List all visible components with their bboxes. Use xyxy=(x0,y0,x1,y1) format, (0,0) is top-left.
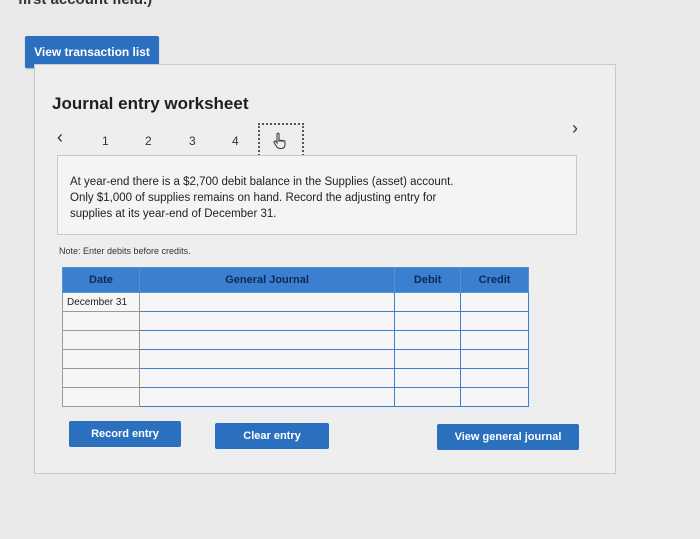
credit-input[interactable] xyxy=(460,292,529,312)
debit-input[interactable] xyxy=(394,349,462,369)
record-entry-button[interactable]: Record entry xyxy=(69,421,181,447)
page-tab-2[interactable]: 2 xyxy=(145,134,152,148)
current-page-tab[interactable] xyxy=(258,123,304,159)
debit-input[interactable] xyxy=(394,311,462,331)
account-input[interactable] xyxy=(138,330,396,350)
date-cell xyxy=(62,311,140,331)
account-input[interactable] xyxy=(138,368,396,388)
table-row: December 31 xyxy=(62,292,529,312)
page-tab-1[interactable]: 1 xyxy=(102,134,109,148)
view-general-journal-button[interactable]: View general journal xyxy=(437,424,579,450)
date-cell xyxy=(62,368,140,388)
account-input[interactable] xyxy=(138,292,396,312)
date-cell xyxy=(62,349,140,369)
credit-input[interactable] xyxy=(460,368,529,388)
description-line-1: At year-end there is a $2,700 debit bala… xyxy=(70,176,454,188)
truncated-instruction-text: first account field.) xyxy=(18,0,152,8)
credit-input[interactable] xyxy=(460,311,529,331)
debit-input[interactable] xyxy=(394,330,462,350)
credit-input[interactable] xyxy=(460,349,529,369)
account-input[interactable] xyxy=(138,311,396,331)
credit-input[interactable] xyxy=(460,330,529,350)
debit-input[interactable] xyxy=(394,387,462,407)
debit-input[interactable] xyxy=(394,368,462,388)
page-tab-4[interactable]: 4 xyxy=(232,134,239,148)
debit-column-header: Debit xyxy=(394,267,462,293)
account-input[interactable] xyxy=(138,387,396,407)
chevron-right-icon[interactable]: › xyxy=(572,118,578,139)
general-journal-table: Date General Journal Debit Credit Decemb… xyxy=(62,267,529,407)
table-row xyxy=(62,349,529,369)
date-cell xyxy=(62,387,140,407)
problem-description: At year-end there is a $2,700 debit bala… xyxy=(57,155,577,235)
account-input[interactable] xyxy=(138,349,396,369)
debit-input[interactable] xyxy=(394,292,462,312)
date-column-header: Date xyxy=(62,267,140,293)
description-line-2: Only $1,000 of supplies remains on hand.… xyxy=(70,192,437,204)
credit-column-header: Credit xyxy=(460,267,529,293)
description-line-3: supplies at its year-end of December 31. xyxy=(70,208,277,220)
credit-input[interactable] xyxy=(460,387,529,407)
table-row xyxy=(62,311,529,331)
journal-entry-worksheet-panel: Journal entry worksheet ‹ 1 2 3 4 › At y… xyxy=(34,64,616,474)
date-cell: December 31 xyxy=(62,292,140,312)
page-tab-3[interactable]: 3 xyxy=(189,134,196,148)
worksheet-title: Journal entry worksheet xyxy=(52,94,249,113)
entry-note: Note: Enter debits before credits. xyxy=(59,246,191,256)
hand-pointer-icon xyxy=(273,132,286,149)
chevron-left-icon[interactable]: ‹ xyxy=(57,127,63,148)
date-cell xyxy=(62,330,140,350)
table-row xyxy=(62,330,529,350)
table-row xyxy=(62,368,529,388)
general-journal-column-header: General Journal xyxy=(138,267,396,293)
clear-entry-button[interactable]: Clear entry xyxy=(215,423,329,449)
table-row xyxy=(62,387,529,407)
